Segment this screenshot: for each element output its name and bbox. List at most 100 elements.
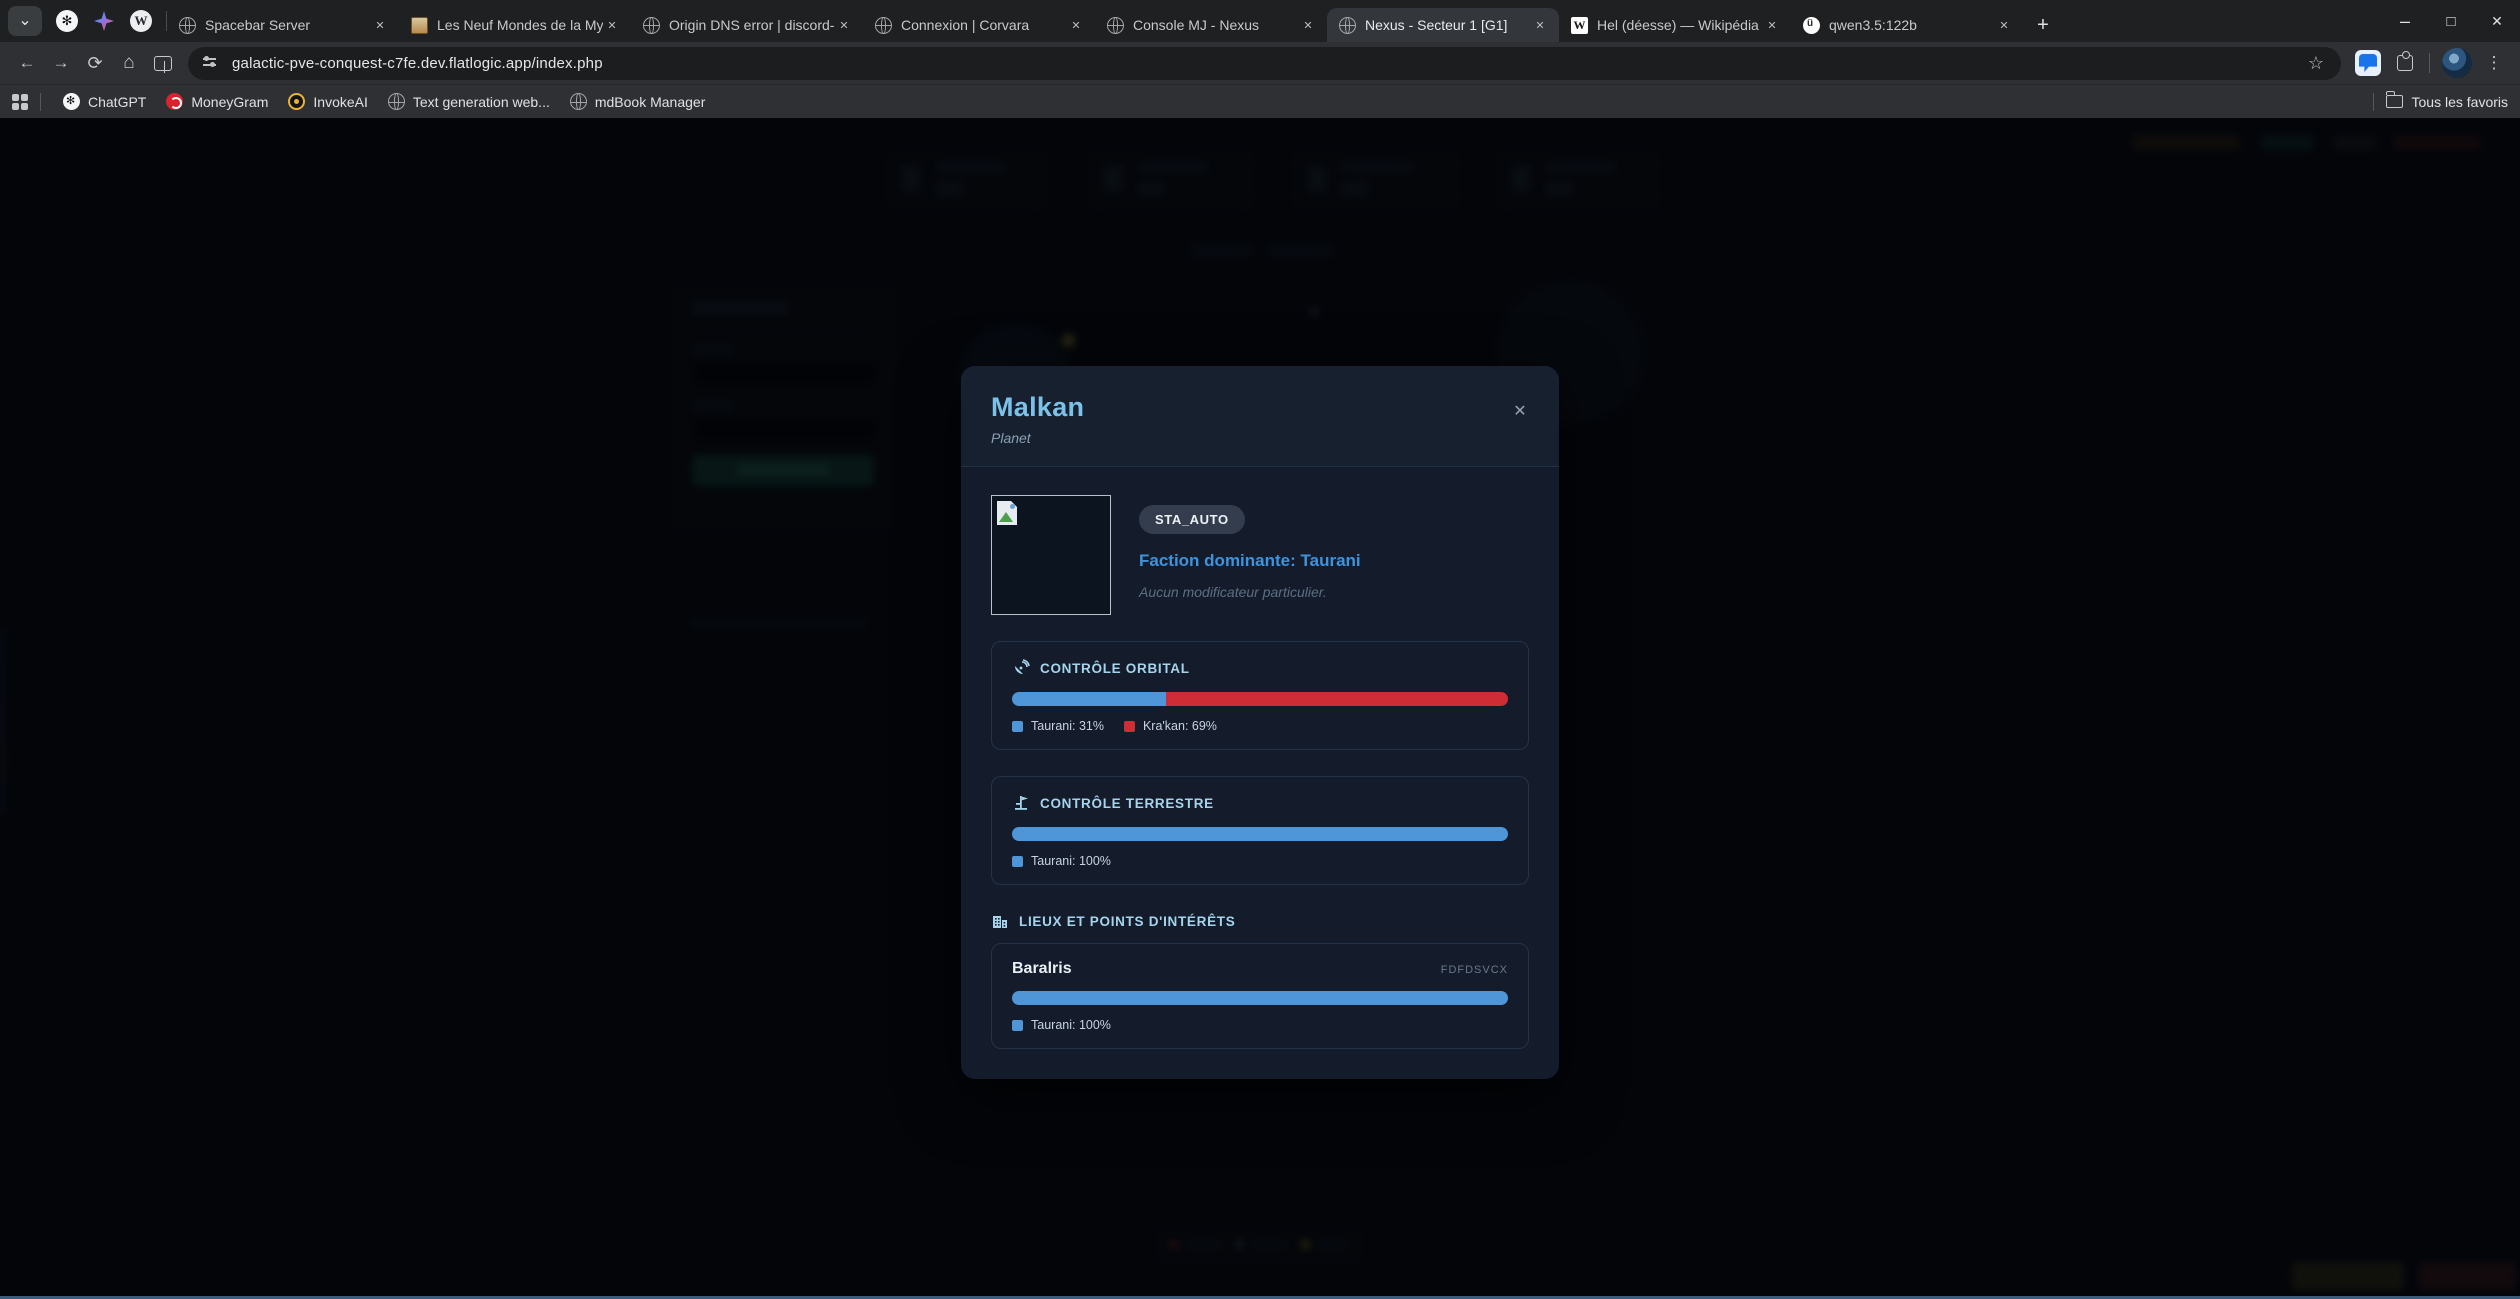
home-button[interactable] bbox=[112, 46, 146, 80]
planet-detail-modal: Malkan Planet STA_AUTO Faction dominante… bbox=[961, 366, 1559, 1079]
legend-swatch bbox=[1012, 856, 1023, 867]
tab-nexus-secteur-1-active[interactable]: Nexus - Secteur 1 [G1] bbox=[1327, 8, 1559, 42]
tab-close-icon[interactable] bbox=[1531, 16, 1549, 34]
tab-origin-dns-error[interactable]: Origin DNS error | discord-like- bbox=[631, 8, 863, 42]
legend-swatch bbox=[1124, 721, 1135, 732]
tab-hel-wikipedia[interactable]: Hel (déesse) — Wikipédia bbox=[1559, 8, 1791, 42]
globe-favicon bbox=[179, 17, 196, 34]
all-bookmarks[interactable]: Tous les favoris bbox=[2361, 93, 2508, 111]
section-title-row: CONTRÔLE TERRESTRE bbox=[1012, 794, 1508, 812]
globe-favicon bbox=[643, 17, 660, 34]
tab-connexion-corvara[interactable]: Connexion | Corvara bbox=[863, 8, 1095, 42]
bookmark-text-generation[interactable]: Text generation web... bbox=[378, 89, 560, 115]
bookmarks-separator bbox=[40, 93, 41, 111]
minimize-button[interactable] bbox=[2382, 0, 2428, 42]
section-title: CONTRÔLE ORBITAL bbox=[1040, 661, 1190, 676]
browser-menu-icon[interactable] bbox=[2484, 51, 2504, 75]
buildings-icon bbox=[991, 912, 1009, 930]
legend-item: Taurani: 100% bbox=[1012, 854, 1111, 868]
legend-row: Taurani: 100% bbox=[1012, 1018, 1508, 1032]
legend-item: Taurani: 100% bbox=[1012, 1018, 1111, 1032]
wikipedia-favicon bbox=[1571, 17, 1588, 34]
tab-title: Spacebar Server bbox=[205, 17, 371, 33]
planet-name-title: Malkan bbox=[991, 392, 1529, 423]
tab-title: Connexion | Corvara bbox=[901, 17, 1067, 33]
tab-console-mj-nexus[interactable]: Console MJ - Nexus bbox=[1095, 8, 1327, 42]
tab-title: qwen3.5:122b bbox=[1829, 17, 1995, 33]
toolbar-separator bbox=[2429, 53, 2430, 73]
side-panel-button[interactable] bbox=[146, 46, 180, 80]
legend-item: Kra'kan: 69% bbox=[1124, 719, 1217, 733]
section-title-row: CONTRÔLE ORBITAL bbox=[1012, 659, 1508, 677]
poi-name-row: Baralris FDFDSVCX bbox=[1012, 960, 1508, 978]
tab-title: Hel (déesse) — Wikipédia bbox=[1597, 17, 1763, 33]
poi-name: Baralris bbox=[1012, 960, 1072, 978]
poi-section-heading: LIEUX ET POINTS D'INTÉRÊTS bbox=[991, 912, 1529, 930]
profile-avatar[interactable] bbox=[2442, 48, 2472, 78]
bookmark-chatgpt[interactable]: ChatGPT bbox=[53, 89, 156, 115]
tab-close-icon[interactable] bbox=[1763, 16, 1781, 34]
back-button[interactable] bbox=[10, 46, 44, 80]
bar-segment-taurani bbox=[1012, 692, 1166, 706]
ground-control-bar bbox=[1012, 827, 1508, 841]
orbital-control-bar bbox=[1012, 692, 1508, 706]
planet-summary-info: STA_AUTO Faction dominante: Taurani Aucu… bbox=[1139, 495, 1361, 615]
modal-close-icon[interactable] bbox=[1507, 398, 1533, 424]
legend-swatch bbox=[1012, 721, 1023, 732]
address-bar[interactable]: galactic-pve-conquest-c7fe.dev.flatlogic… bbox=[188, 47, 2341, 80]
bookmark-moneygram[interactable]: MoneyGram bbox=[156, 89, 278, 115]
bookmark-invokeai[interactable]: InvokeAI bbox=[278, 89, 377, 115]
chatgpt-icon bbox=[63, 93, 80, 110]
satellite-dish-icon bbox=[1012, 659, 1030, 677]
tab-close-icon[interactable] bbox=[603, 16, 621, 34]
orbital-control-section: CONTRÔLE ORBITAL Taurani: 31% Kra bbox=[991, 641, 1529, 750]
poi-control-bar bbox=[1012, 991, 1508, 1005]
status-badge: STA_AUTO bbox=[1139, 505, 1245, 534]
bookmark-label: MoneyGram bbox=[191, 94, 268, 110]
ground-flag-icon bbox=[1012, 794, 1030, 812]
bookmark-label: Text generation web... bbox=[413, 94, 550, 110]
new-tab-button[interactable] bbox=[2029, 11, 2057, 39]
pinned-tab-chatgpt-icon[interactable] bbox=[56, 10, 78, 32]
tab-search-chevron-button[interactable] bbox=[8, 6, 42, 36]
bookmarks-bar: ChatGPT MoneyGram InvokeAI Text generati… bbox=[0, 84, 2520, 118]
bookmark-star-icon[interactable] bbox=[2305, 52, 2327, 74]
legend-swatch bbox=[1012, 1020, 1023, 1031]
tab-spacebar-server[interactable]: Spacebar Server bbox=[167, 8, 399, 42]
bookmark-label: InvokeAI bbox=[313, 94, 367, 110]
globe-icon bbox=[388, 93, 405, 110]
maximize-button[interactable] bbox=[2428, 0, 2474, 42]
pinned-tabs bbox=[42, 9, 166, 33]
legend-row: Taurani: 100% bbox=[1012, 854, 1508, 868]
pinned-tab-wordpress-icon[interactable] bbox=[130, 10, 152, 32]
reload-button[interactable] bbox=[78, 46, 112, 80]
url-text[interactable]: galactic-pve-conquest-c7fe.dev.flatlogic… bbox=[232, 55, 2305, 72]
extensions-puzzle-icon[interactable] bbox=[2393, 51, 2417, 75]
tab-qwen[interactable]: qwen3.5:122b bbox=[1791, 8, 2023, 42]
pinned-tab-gemini-icon[interactable] bbox=[94, 11, 114, 31]
tab-close-icon[interactable] bbox=[1299, 16, 1317, 34]
tab-neuf-mondes[interactable]: Les Neuf Mondes de la Mytholo bbox=[399, 8, 631, 42]
bookmark-mdbook-manager[interactable]: mdBook Manager bbox=[560, 89, 716, 115]
apps-grid-icon[interactable] bbox=[12, 94, 28, 110]
modal-body: STA_AUTO Faction dominante: Taurani Aucu… bbox=[961, 467, 1559, 1079]
all-bookmarks-label: Tous les favoris bbox=[2412, 94, 2508, 110]
globe-favicon bbox=[1339, 17, 1356, 34]
close-window-button[interactable] bbox=[2474, 0, 2520, 42]
tab-close-icon[interactable] bbox=[371, 16, 389, 34]
section-title: CONTRÔLE TERRESTRE bbox=[1040, 796, 1214, 811]
tarot-card-favicon bbox=[411, 17, 428, 34]
dominant-faction-text: Faction dominante: Taurani bbox=[1139, 551, 1361, 571]
legend-label: Taurani: 100% bbox=[1031, 854, 1111, 868]
page-viewport: Malkan Planet STA_AUTO Faction dominante… bbox=[0, 118, 2520, 1299]
tab-close-icon[interactable] bbox=[1995, 16, 2013, 34]
tab-close-icon[interactable] bbox=[1067, 16, 1085, 34]
window-controls bbox=[2382, 0, 2520, 42]
site-info-icon[interactable] bbox=[202, 54, 220, 72]
ai-extension-icon[interactable] bbox=[2355, 50, 2381, 76]
forward-button[interactable] bbox=[44, 46, 78, 80]
folder-icon bbox=[2386, 95, 2403, 108]
broken-image-icon bbox=[997, 501, 1017, 525]
tab-close-icon[interactable] bbox=[835, 16, 853, 34]
legend-label: Taurani: 100% bbox=[1031, 1018, 1111, 1032]
